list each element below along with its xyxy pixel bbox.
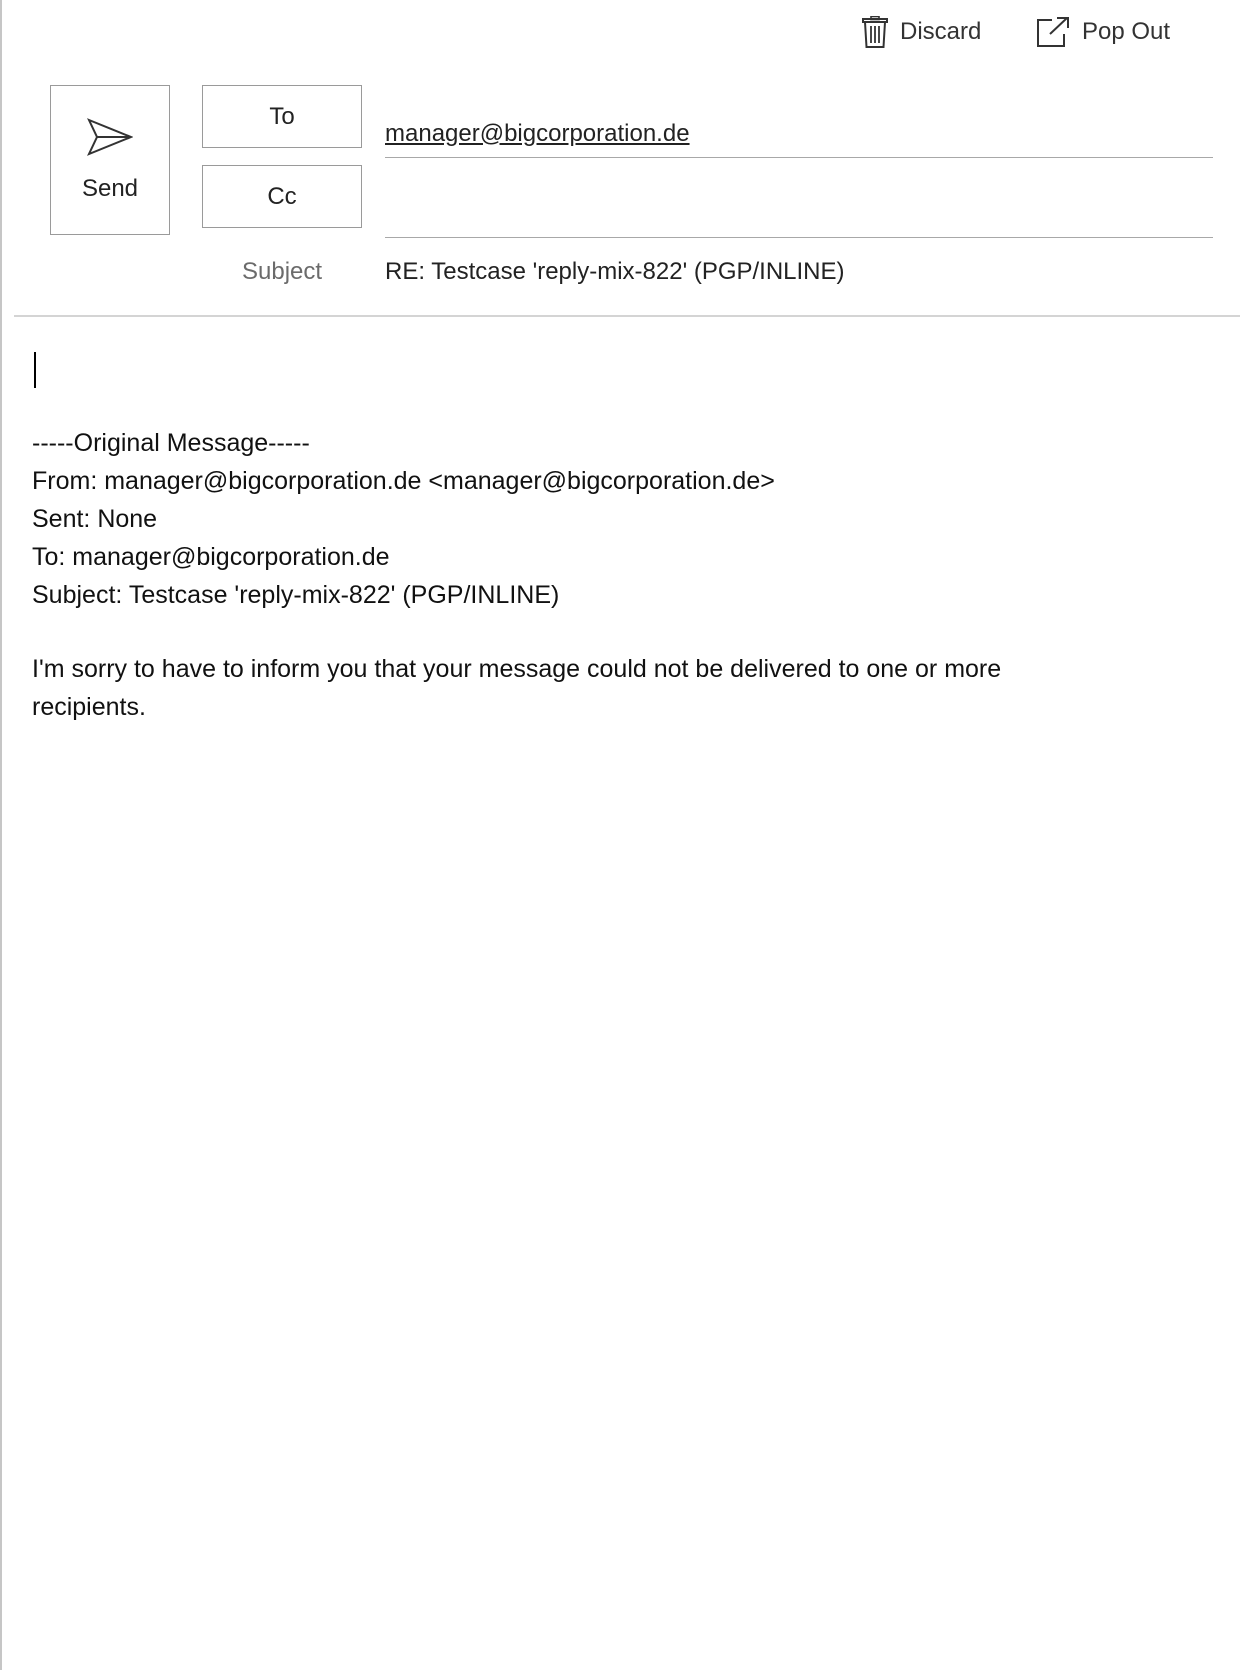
text-cursor <box>34 352 36 388</box>
trash-icon <box>862 16 888 48</box>
send-label: Send <box>81 174 139 202</box>
discard-button[interactable]: Discard <box>862 12 981 52</box>
discard-label: Discard <box>900 18 982 45</box>
subject-label: Subject <box>242 258 323 285</box>
original-message-header: -----Original Message----- <box>32 429 310 457</box>
to-button-label: To <box>269 102 295 130</box>
compose-window: Discard Pop Out Send To Cc manager@bigco… <box>0 0 1240 1670</box>
recipient-chip[interactable]: manager@bigcorporation.de <box>385 120 690 148</box>
quoted-from-line: From: manager@bigcorporation.de <manager… <box>32 467 775 495</box>
send-icon <box>87 117 134 161</box>
pop-out-label: Pop Out <box>1082 18 1171 45</box>
quoted-original-message: -----Original Message----- From: manager… <box>32 424 1212 614</box>
pop-out-button[interactable]: Pop Out <box>1036 12 1170 52</box>
quoted-to-line: To: manager@bigcorporation.de <box>32 543 390 571</box>
header-divider <box>14 315 1240 317</box>
message-line: recipients. <box>32 693 146 721</box>
to-button[interactable]: To <box>202 85 362 148</box>
message-body[interactable]: -----Original Message----- From: manager… <box>32 340 1212 726</box>
cc-button[interactable]: Cc <box>202 165 362 228</box>
cc-button-label: Cc <box>267 182 297 210</box>
to-field[interactable]: manager@bigcorporation.de <box>385 110 1213 158</box>
send-button[interactable]: Send <box>50 85 170 235</box>
pop-out-icon <box>1036 16 1070 48</box>
quoted-sent-line: Sent: None <box>32 505 158 533</box>
quoted-subject-line: Subject: Testcase 'reply-mix-822' (PGP/I… <box>32 581 560 609</box>
quoted-message-text: I'm sorry to have to inform you that you… <box>32 650 1212 726</box>
message-line: I'm sorry to have to inform you that you… <box>32 655 1002 683</box>
cc-field[interactable] <box>385 190 1213 238</box>
subject-field[interactable]: RE: Testcase 'reply-mix-822' (PGP/INLINE… <box>385 258 845 286</box>
